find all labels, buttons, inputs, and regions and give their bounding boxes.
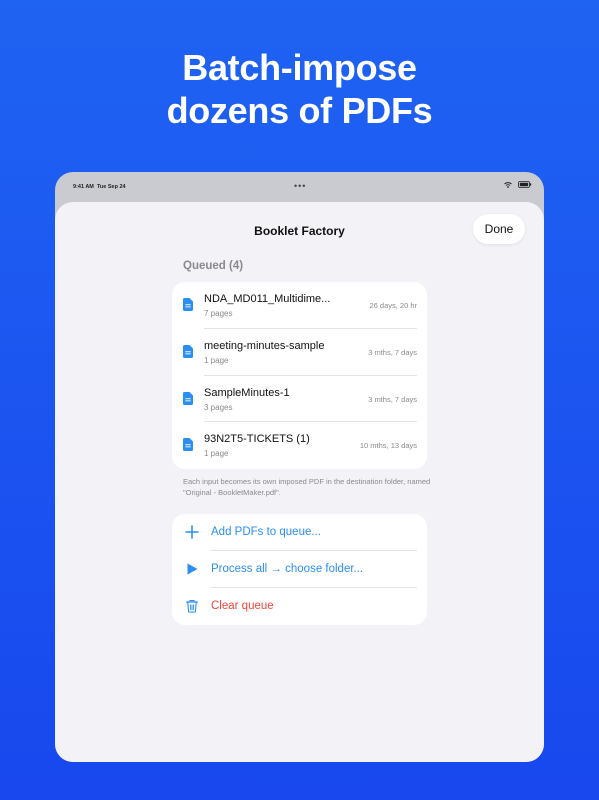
document-icon	[183, 438, 193, 452]
nav-title: Booklet Factory	[254, 224, 345, 238]
file-name: 93N2T5-TICKETS (1)	[204, 433, 310, 446]
trash-icon	[185, 600, 199, 613]
battery-icon	[518, 181, 532, 188]
list-item[interactable]: 93N2T5-TICKETS (1) 1 page 10 mths, 13 da…	[172, 422, 427, 469]
file-page-count: 1 page	[204, 449, 229, 459]
queued-files-list: NDA_MD011_Multidime... 7 pages 26 days, …	[172, 282, 427, 469]
list-item[interactable]: meeting-minutes-sample 1 page 3 mths, 7 …	[172, 329, 427, 376]
file-name: meeting-minutes-sample	[204, 339, 325, 352]
file-age: 10 mths, 13 days	[359, 441, 417, 451]
add-pdfs-button[interactable]: Add PDFs to queue...	[172, 514, 427, 551]
file-page-count: 7 pages	[204, 309, 233, 318]
file-age: 3 mths, 7 days	[368, 347, 417, 357]
list-item[interactable]: NDA_MD011_Multidime... 7 pages 26 days, …	[172, 282, 427, 329]
file-name: NDA_MD011_Multidime...	[204, 293, 331, 305]
clear-queue-label: Clear queue	[211, 600, 274, 612]
actions-list: Add PDFs to queue... Process all → choos…	[172, 514, 427, 625]
document-icon	[183, 344, 193, 358]
promo-headline: Batch-impose dozens of PDFs	[0, 46, 599, 132]
status-bar: 9:41 AM Tue Sep 24 •••	[55, 172, 544, 202]
process-all-button[interactable]: Process all → choose folder...	[172, 551, 427, 588]
file-page-count: 1 page	[204, 355, 229, 365]
modal-sheet: Booklet Factory Done Queued (4) NDA_MD01…	[55, 202, 544, 762]
status-time: 9:41 AM Tue Sep 24	[73, 184, 126, 190]
file-age: 26 days, 20 hr	[369, 301, 417, 310]
headline-line-2: dozens of PDFs	[166, 90, 433, 131]
plus-icon	[185, 525, 199, 539]
done-button[interactable]: Done	[473, 214, 525, 244]
list-item[interactable]: SampleMinutes-1 3 pages 3 mths, 7 days	[172, 376, 427, 423]
ipad-frame: 9:41 AM Tue Sep 24 ••• Booklet Factory D…	[55, 172, 544, 762]
document-icon	[183, 391, 193, 405]
document-icon	[183, 298, 193, 311]
clear-queue-button[interactable]: Clear queue	[172, 588, 427, 625]
queue-header: Queued (4)	[183, 260, 244, 272]
add-pdfs-label: Add PDFs to queue...	[211, 526, 321, 538]
wifi-icon	[504, 181, 512, 188]
multitasking-dots[interactable]: •••	[294, 181, 306, 191]
file-age: 3 mths, 7 days	[368, 394, 417, 404]
status-indicators	[504, 181, 532, 188]
file-page-count: 3 pages	[204, 402, 233, 412]
process-all-label: Process all → choose folder...	[211, 563, 364, 575]
file-name: SampleMinutes-1	[204, 386, 290, 399]
headline-line-1: Batch-impose	[182, 47, 417, 88]
queue-footnote: Each input becomes its own imposed PDF i…	[183, 477, 431, 497]
play-icon	[187, 563, 198, 575]
